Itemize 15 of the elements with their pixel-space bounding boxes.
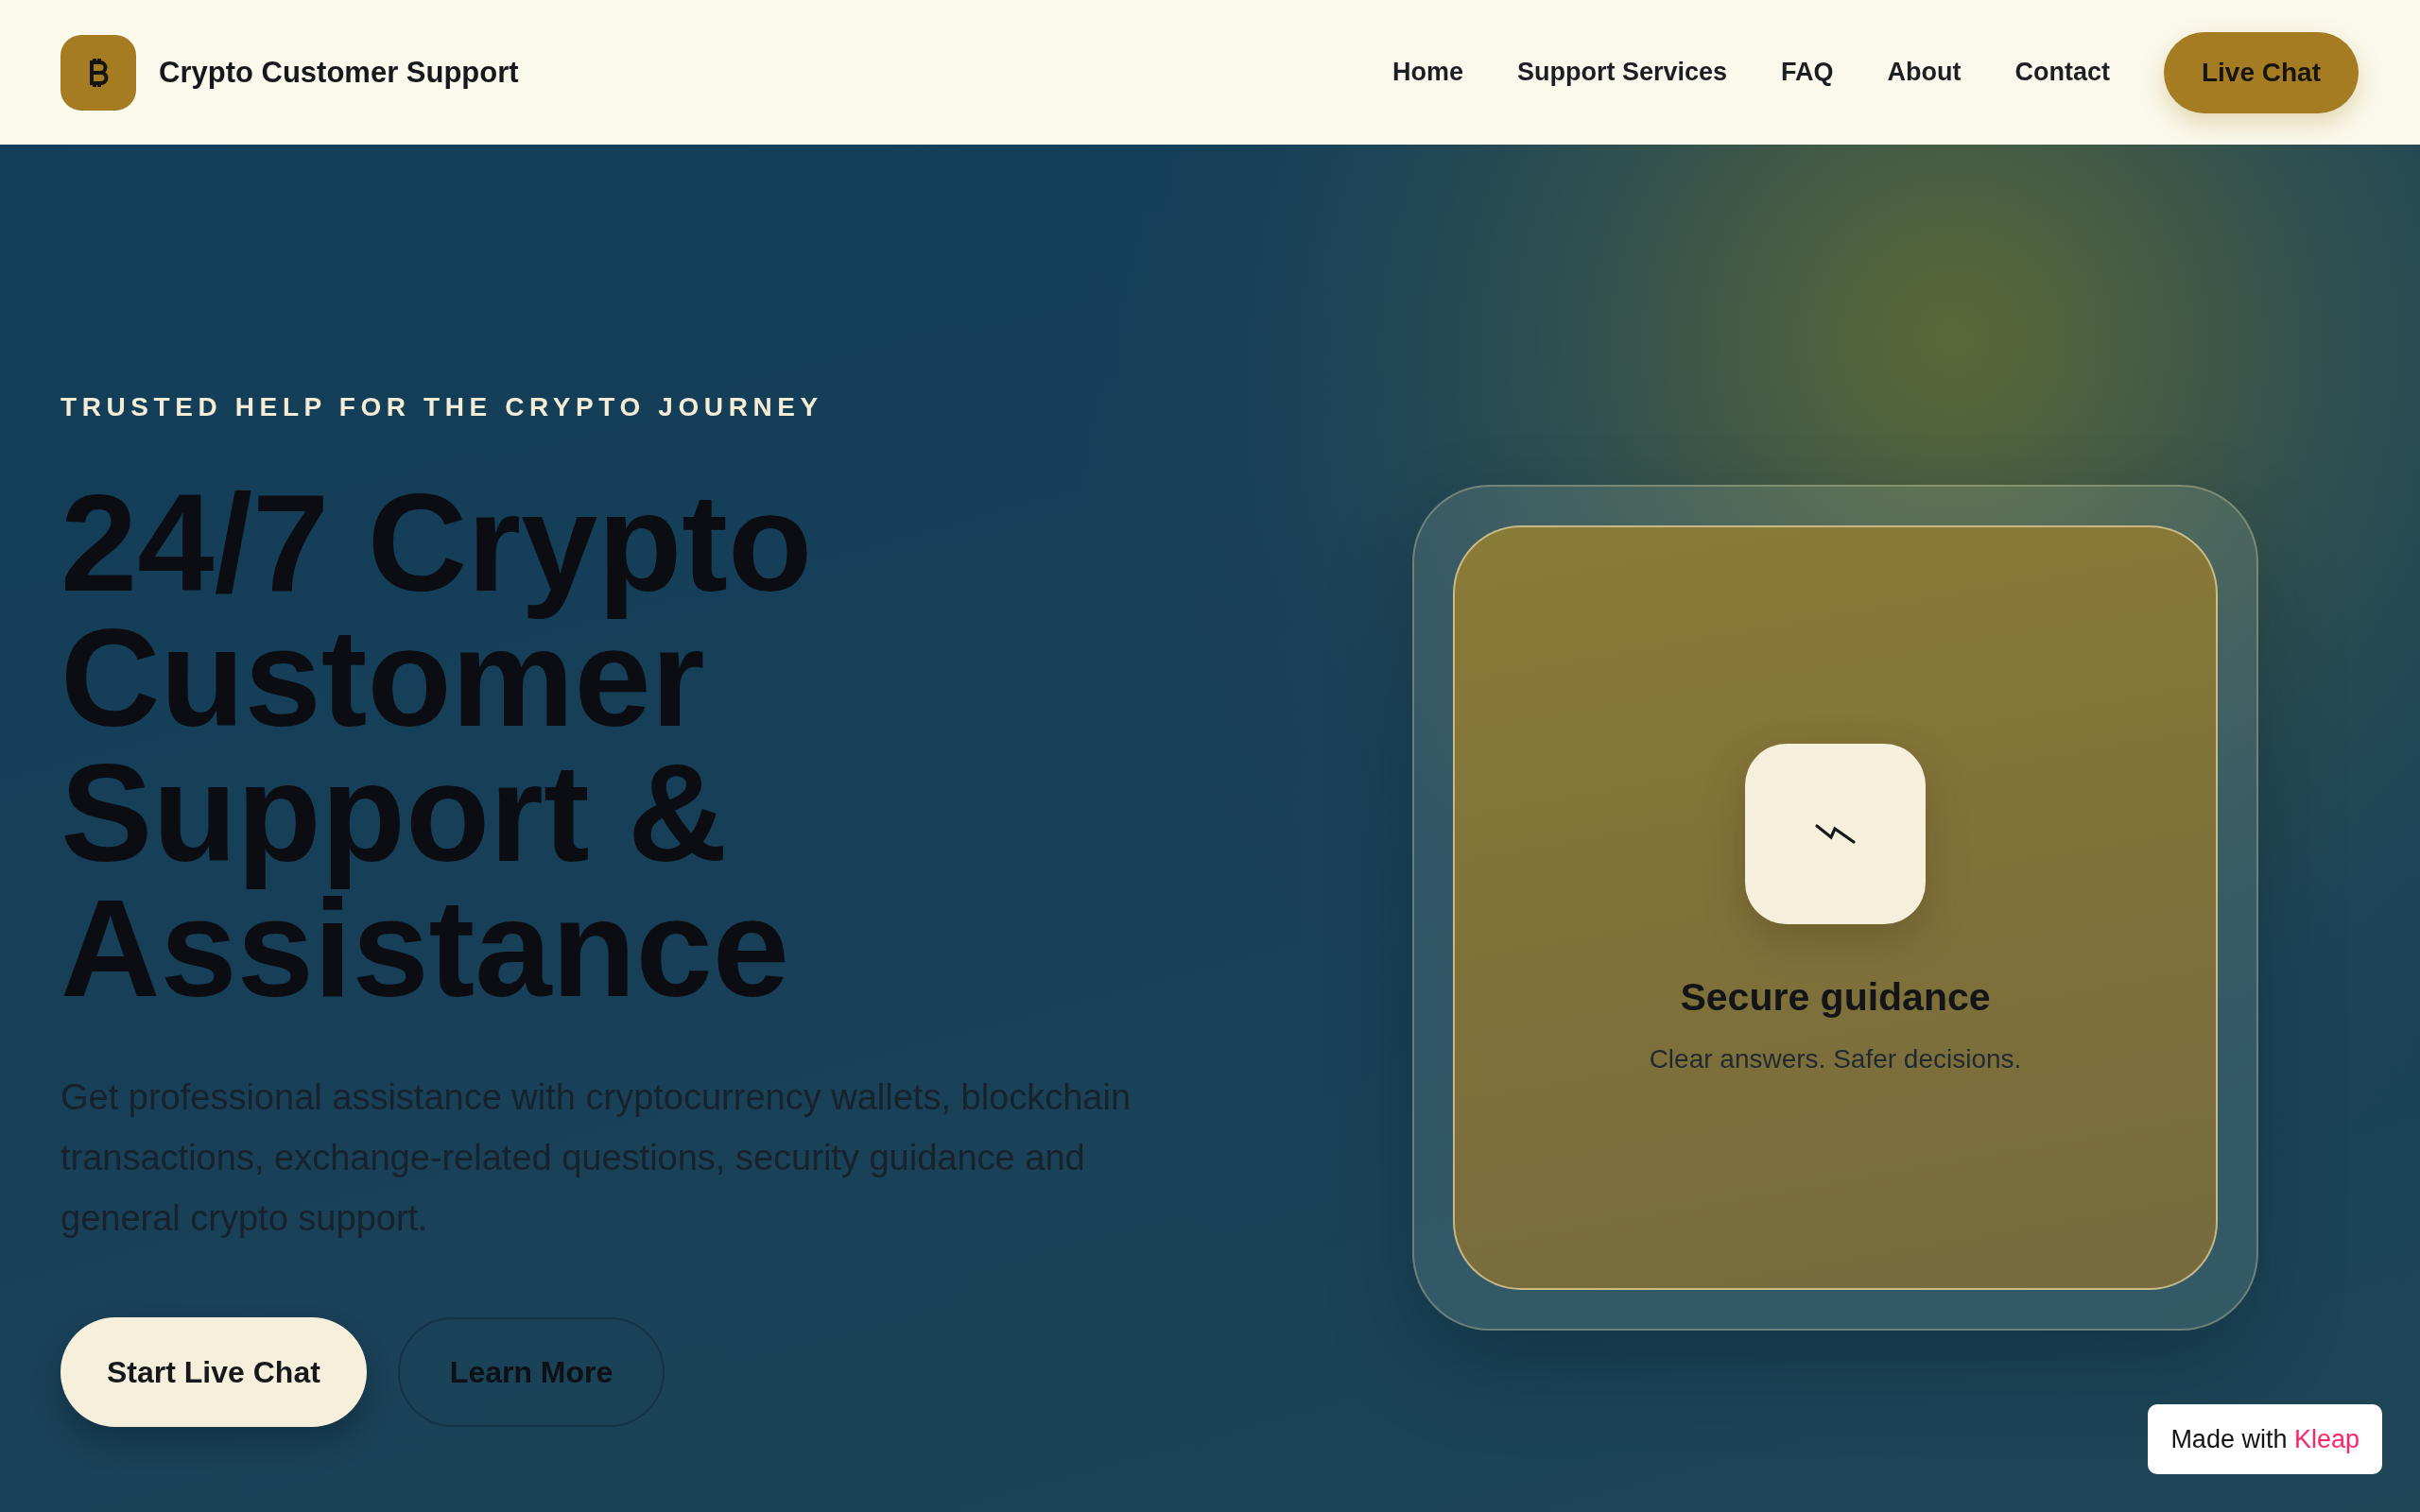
card-title: Secure guidance	[1680, 974, 1991, 1020]
live-chat-button[interactable]: Live Chat	[2163, 31, 2359, 113]
start-live-chat-button[interactable]: Start Live Chat	[60, 1317, 367, 1427]
hero-heading: 24/7 Crypto Customer Support & Assistance	[60, 475, 814, 1016]
eyebrow-text: TRUSTED HELP FOR THE CRYPTO JOURNEY	[60, 392, 823, 422]
nav-link[interactable]: Contact	[2014, 58, 2110, 87]
bitcoin-icon	[60, 34, 136, 111]
nav-link[interactable]: Home	[1392, 58, 1463, 87]
nav-link[interactable]: About	[1887, 58, 1962, 87]
card-subtitle: Clear answers. Safer decisions.	[1649, 1043, 2022, 1074]
nav-link[interactable]: Support Services	[1516, 58, 1727, 87]
brand-name: Crypto Customer Support	[159, 55, 519, 90]
lightning-icon	[1745, 743, 1926, 924]
made-with-badge[interactable]: Made with Kleap	[2148, 1404, 2382, 1474]
nav-link[interactable]: FAQ	[1781, 58, 1834, 87]
